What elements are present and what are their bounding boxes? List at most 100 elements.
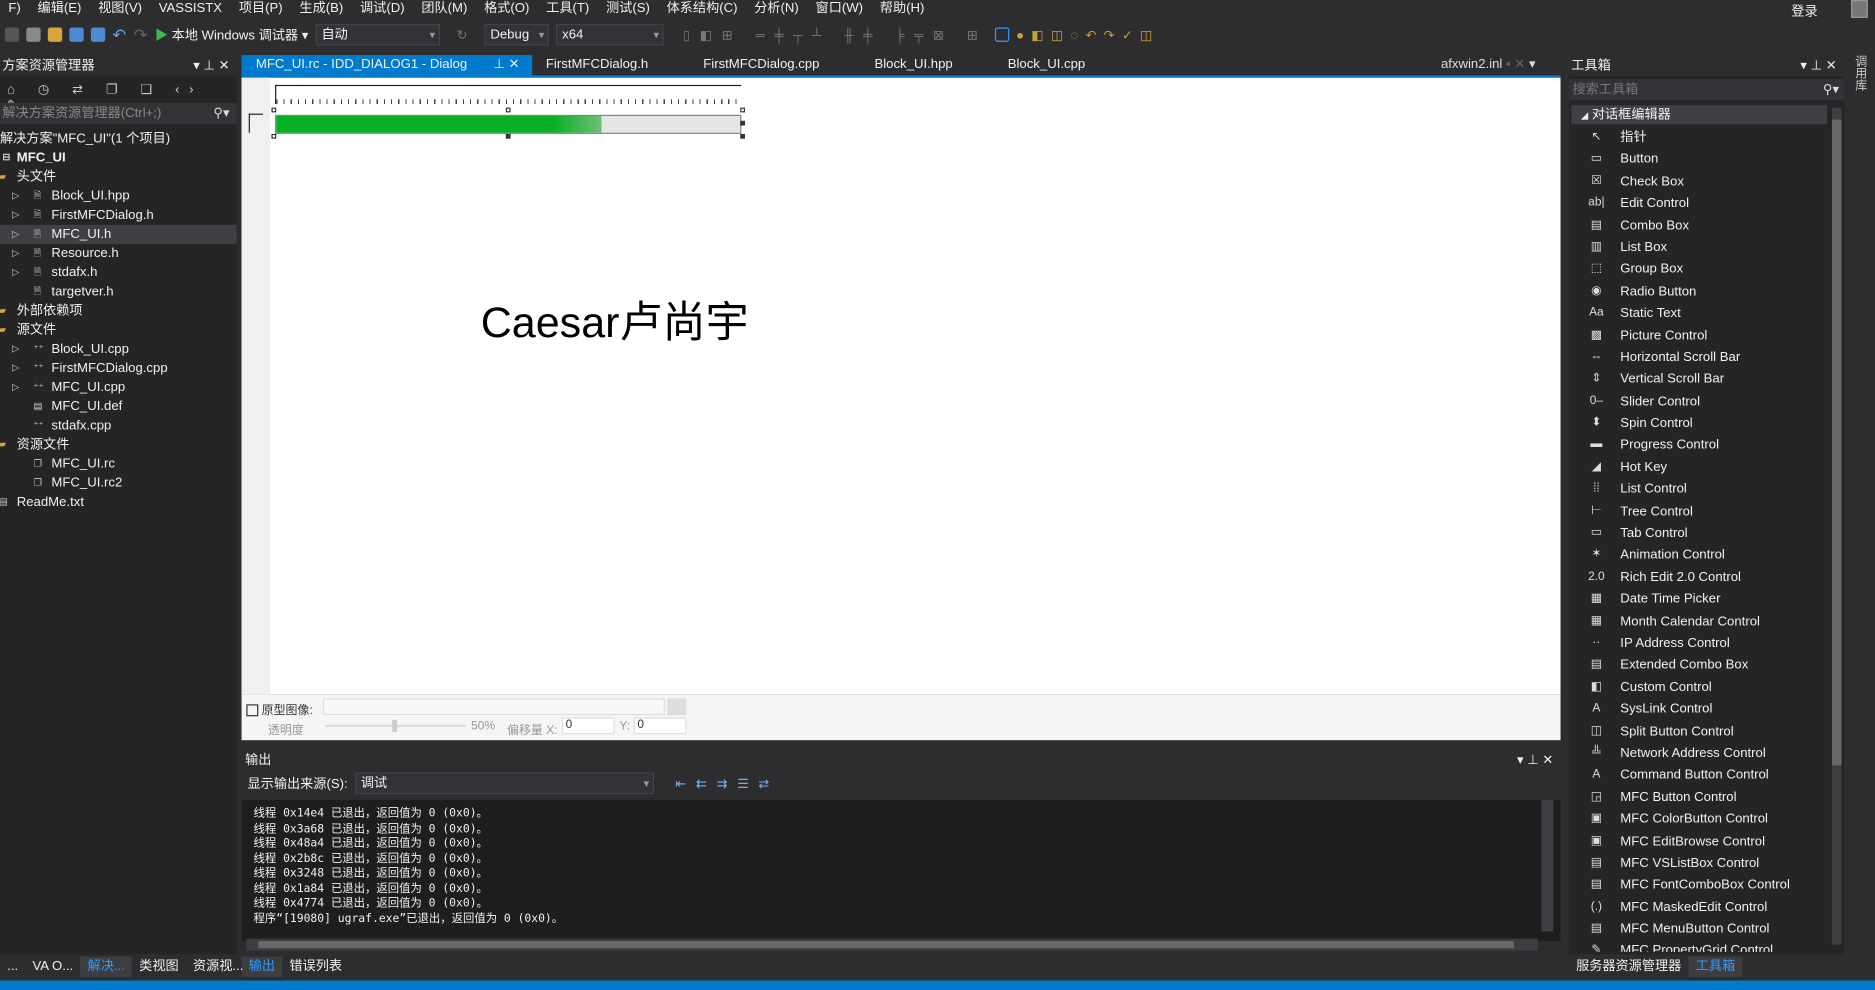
toolbox-item[interactable]: ▤ MFC MenuButton Control (1569, 918, 1844, 940)
toolbox-item[interactable]: ab| Edit Control (1569, 193, 1844, 215)
toolbox-search-input[interactable]: 搜索工具箱 ⚲▾ (1568, 78, 1844, 101)
panel-controls[interactable]: ▾ ⊥ ✕ (193, 55, 237, 77)
menu-item[interactable]: 帮助(H) (871, 0, 932, 19)
tab-afxwin2[interactable]: afxwin2.inl ▪ ✕ ▾ (1441, 56, 1536, 71)
tree-item[interactable]: ▰ 头文件 (0, 167, 237, 186)
toolbox-item[interactable]: ✎ MFC PropertyGrid Control (1569, 940, 1844, 952)
toolbox-item[interactable]: ◉ Radio Button (1569, 281, 1844, 303)
expand-arrow-icon[interactable]: ▷ (12, 263, 19, 282)
toolbox-item[interactable]: ⬚ Group Box (1569, 259, 1844, 281)
menu-item[interactable]: F) (0, 0, 29, 19)
static-text-control[interactable]: Caesar卢尚宇 (481, 288, 749, 350)
document-tab[interactable]: MFC_UI.rc - IDD_DIALOG1 - Dialog ⊥ ✕ (241, 55, 532, 76)
tree-item[interactable]: ▷ ⁺⁺ Block_UI.cpp (0, 340, 237, 359)
guides-icon[interactable] (994, 27, 1009, 42)
toolbox-scrollbar[interactable] (1831, 107, 1842, 945)
test-tools-icons[interactable]: ●◧◫◌↶↷✓◫ (1016, 27, 1160, 42)
toolbox-item[interactable]: ▣ MFC ColorButton Control (1569, 808, 1844, 830)
toolbox-item[interactable]: ⇕ Vertical Scroll Bar (1569, 369, 1844, 391)
toolbox-item[interactable]: ◢ Hot Key (1569, 457, 1844, 479)
toolbox-item[interactable]: ▤ MFC VSListBox Control (1569, 852, 1844, 874)
toolbox-item[interactable]: ·· IP Address Control (1569, 633, 1844, 655)
panel-tab[interactable]: 资源视... (186, 957, 251, 977)
toolbox-item[interactable]: ▤ Extended Combo Box (1569, 655, 1844, 677)
solution-toolbar[interactable]: ⌂ ◷ ⇄ ❐ ❏ ‹› ✎ ▬ (0, 77, 237, 113)
panel-controls[interactable]: ▾ ⊥ ✕ (1517, 750, 1561, 772)
opacity-slider[interactable] (325, 719, 467, 732)
tree-item[interactable]: 🗎 targetver.h (0, 282, 237, 301)
save-icon[interactable] (69, 27, 84, 42)
output-source-select[interactable]: 调试 (354, 772, 654, 795)
configuration-select[interactable]: Debug (484, 23, 549, 46)
toolbox-item[interactable]: ▤ Combo Box (1569, 215, 1844, 237)
horizontal-scrollbar[interactable] (246, 938, 1538, 951)
panel-tab[interactable]: ... (0, 957, 25, 977)
redo-icon[interactable]: ↷ (134, 25, 148, 45)
tree-item[interactable]: ▰ 源文件 (0, 320, 237, 339)
menu-item[interactable]: 工具(T) (538, 0, 598, 19)
toolbox-item[interactable]: ◲ MFC Button Control (1569, 787, 1844, 809)
menu-item[interactable]: 视图(V) (90, 0, 151, 19)
tree-item[interactable]: ⁺⁺ stdafx.cpp (0, 416, 237, 435)
expand-arrow-icon[interactable]: ▷ (12, 359, 19, 378)
tree-item[interactable]: ❐ MFC_UI.rc (0, 454, 237, 473)
toolbox-item[interactable]: A SysLink Control (1569, 699, 1844, 721)
document-tab[interactable]: FirstMFCDialog.cpp (689, 55, 834, 75)
expand-arrow-icon[interactable]: ▷ (12, 225, 19, 244)
browse-button[interactable] (667, 698, 687, 716)
login-link[interactable]: 登录 (1791, 1, 1817, 20)
tree-item[interactable]: ▰ 外部依赖项 (0, 301, 237, 320)
user-avatar-icon[interactable] (1851, 0, 1868, 18)
expand-arrow-icon[interactable]: ▷ (12, 187, 19, 206)
solution-search-input[interactable]: 解决方案资源管理器(Ctrl+;) ⚲▾ (0, 102, 237, 125)
menu-item[interactable]: 体系结构(C) (658, 0, 746, 19)
menu-item[interactable]: VASSISTX (150, 0, 230, 19)
refresh-icon[interactable]: ↻ (457, 27, 468, 42)
offset-y-input[interactable]: 0 (633, 717, 687, 735)
toolbox-item[interactable]: ▭ Tab Control (1569, 523, 1844, 545)
toolbox-item[interactable]: ▣ MFC EditBrowse Control (1569, 830, 1844, 852)
search-icon[interactable]: ⚲▾ (213, 103, 229, 125)
tree-item[interactable]: ▤ MFC_UI.def (0, 397, 237, 416)
dialog-editor-canvas[interactable]: Caesar卢尚宇 (241, 77, 1561, 695)
menu-item[interactable]: 团队(M) (413, 0, 476, 19)
panel-tab[interactable]: 解决... (80, 956, 132, 977)
toolbox-item[interactable]: ↖ 指针 (1569, 127, 1844, 149)
menu-item[interactable]: 调试(D) (352, 0, 413, 19)
document-tab[interactable]: FirstMFCDialog.h (532, 55, 663, 75)
prototype-path-input[interactable] (322, 698, 665, 716)
start-debug-button[interactable]: ▶ 本地 Windows 调试器 ▾ (155, 25, 309, 44)
toolbox-item[interactable]: Aa Static Text (1569, 303, 1844, 325)
toolbox-item[interactable]: ▭ Button (1569, 149, 1844, 171)
tree-item[interactable]: ▰ 资源文件 (0, 435, 237, 454)
toolbox-item[interactable]: ⊢ Tree Control (1569, 501, 1844, 523)
tree-item[interactable]: ▷ ⁺⁺ FirstMFCDialog.cpp (0, 359, 237, 378)
toolbox-item[interactable]: 0– Slider Control (1569, 391, 1844, 413)
menu-item[interactable]: 生成(B) (291, 0, 352, 19)
search-icon[interactable]: ⚲▾ (1823, 79, 1839, 101)
toolbox-item[interactable]: ▤ MFC FontComboBox Control (1569, 874, 1844, 896)
panel-controls[interactable]: ▾ ⊥ ✕ (1800, 55, 1844, 77)
toolbox-item[interactable]: ▦ Month Calendar Control (1569, 611, 1844, 633)
toolbox-item[interactable]: (.) MFC MaskedEdit Control (1569, 896, 1844, 918)
toolbox-item[interactable]: ▩ Picture Control (1569, 325, 1844, 347)
toolbox-item[interactable]: A Command Button Control (1569, 765, 1844, 787)
open-icon[interactable] (47, 27, 63, 42)
toolbox-item[interactable]: ⁞⁞ List Control (1569, 479, 1844, 501)
tree-item[interactable]: ▷ 🗎 Block_UI.hpp (0, 187, 237, 206)
panel-tab[interactable]: 服务器资源管理器 (1569, 957, 1689, 977)
panel-tab[interactable]: 类视图 (132, 957, 186, 977)
layout-tools-icons[interactable]: ▯◧⊞ ═╪┬┴ ╫╪ ╞╤⊠ ⊞ (683, 27, 988, 42)
toolbox-item[interactable]: ⇔ Horizontal Scroll Bar (1569, 347, 1844, 369)
menu-item[interactable]: 分析(N) (746, 0, 807, 19)
panel-tab[interactable]: 错误列表 (282, 957, 349, 977)
output-text[interactable]: 线程 0x14e4 已退出，返回值为 0 (0x0)。 线程 0x3a68 已退出… (241, 799, 1561, 942)
project-node[interactable]: ⊟ MFC_UI (0, 148, 237, 167)
vertical-scrollbar[interactable] (1541, 799, 1554, 932)
menu-item[interactable]: 编辑(E) (29, 0, 90, 19)
panel-tab[interactable]: VA O... (25, 957, 80, 977)
run-mode-select[interactable]: 自动 (315, 23, 440, 46)
toolbox-item[interactable]: ☒ Check Box (1569, 171, 1844, 193)
expand-arrow-icon[interactable]: ▷ (12, 206, 19, 225)
save-all-icon[interactable] (90, 27, 106, 42)
